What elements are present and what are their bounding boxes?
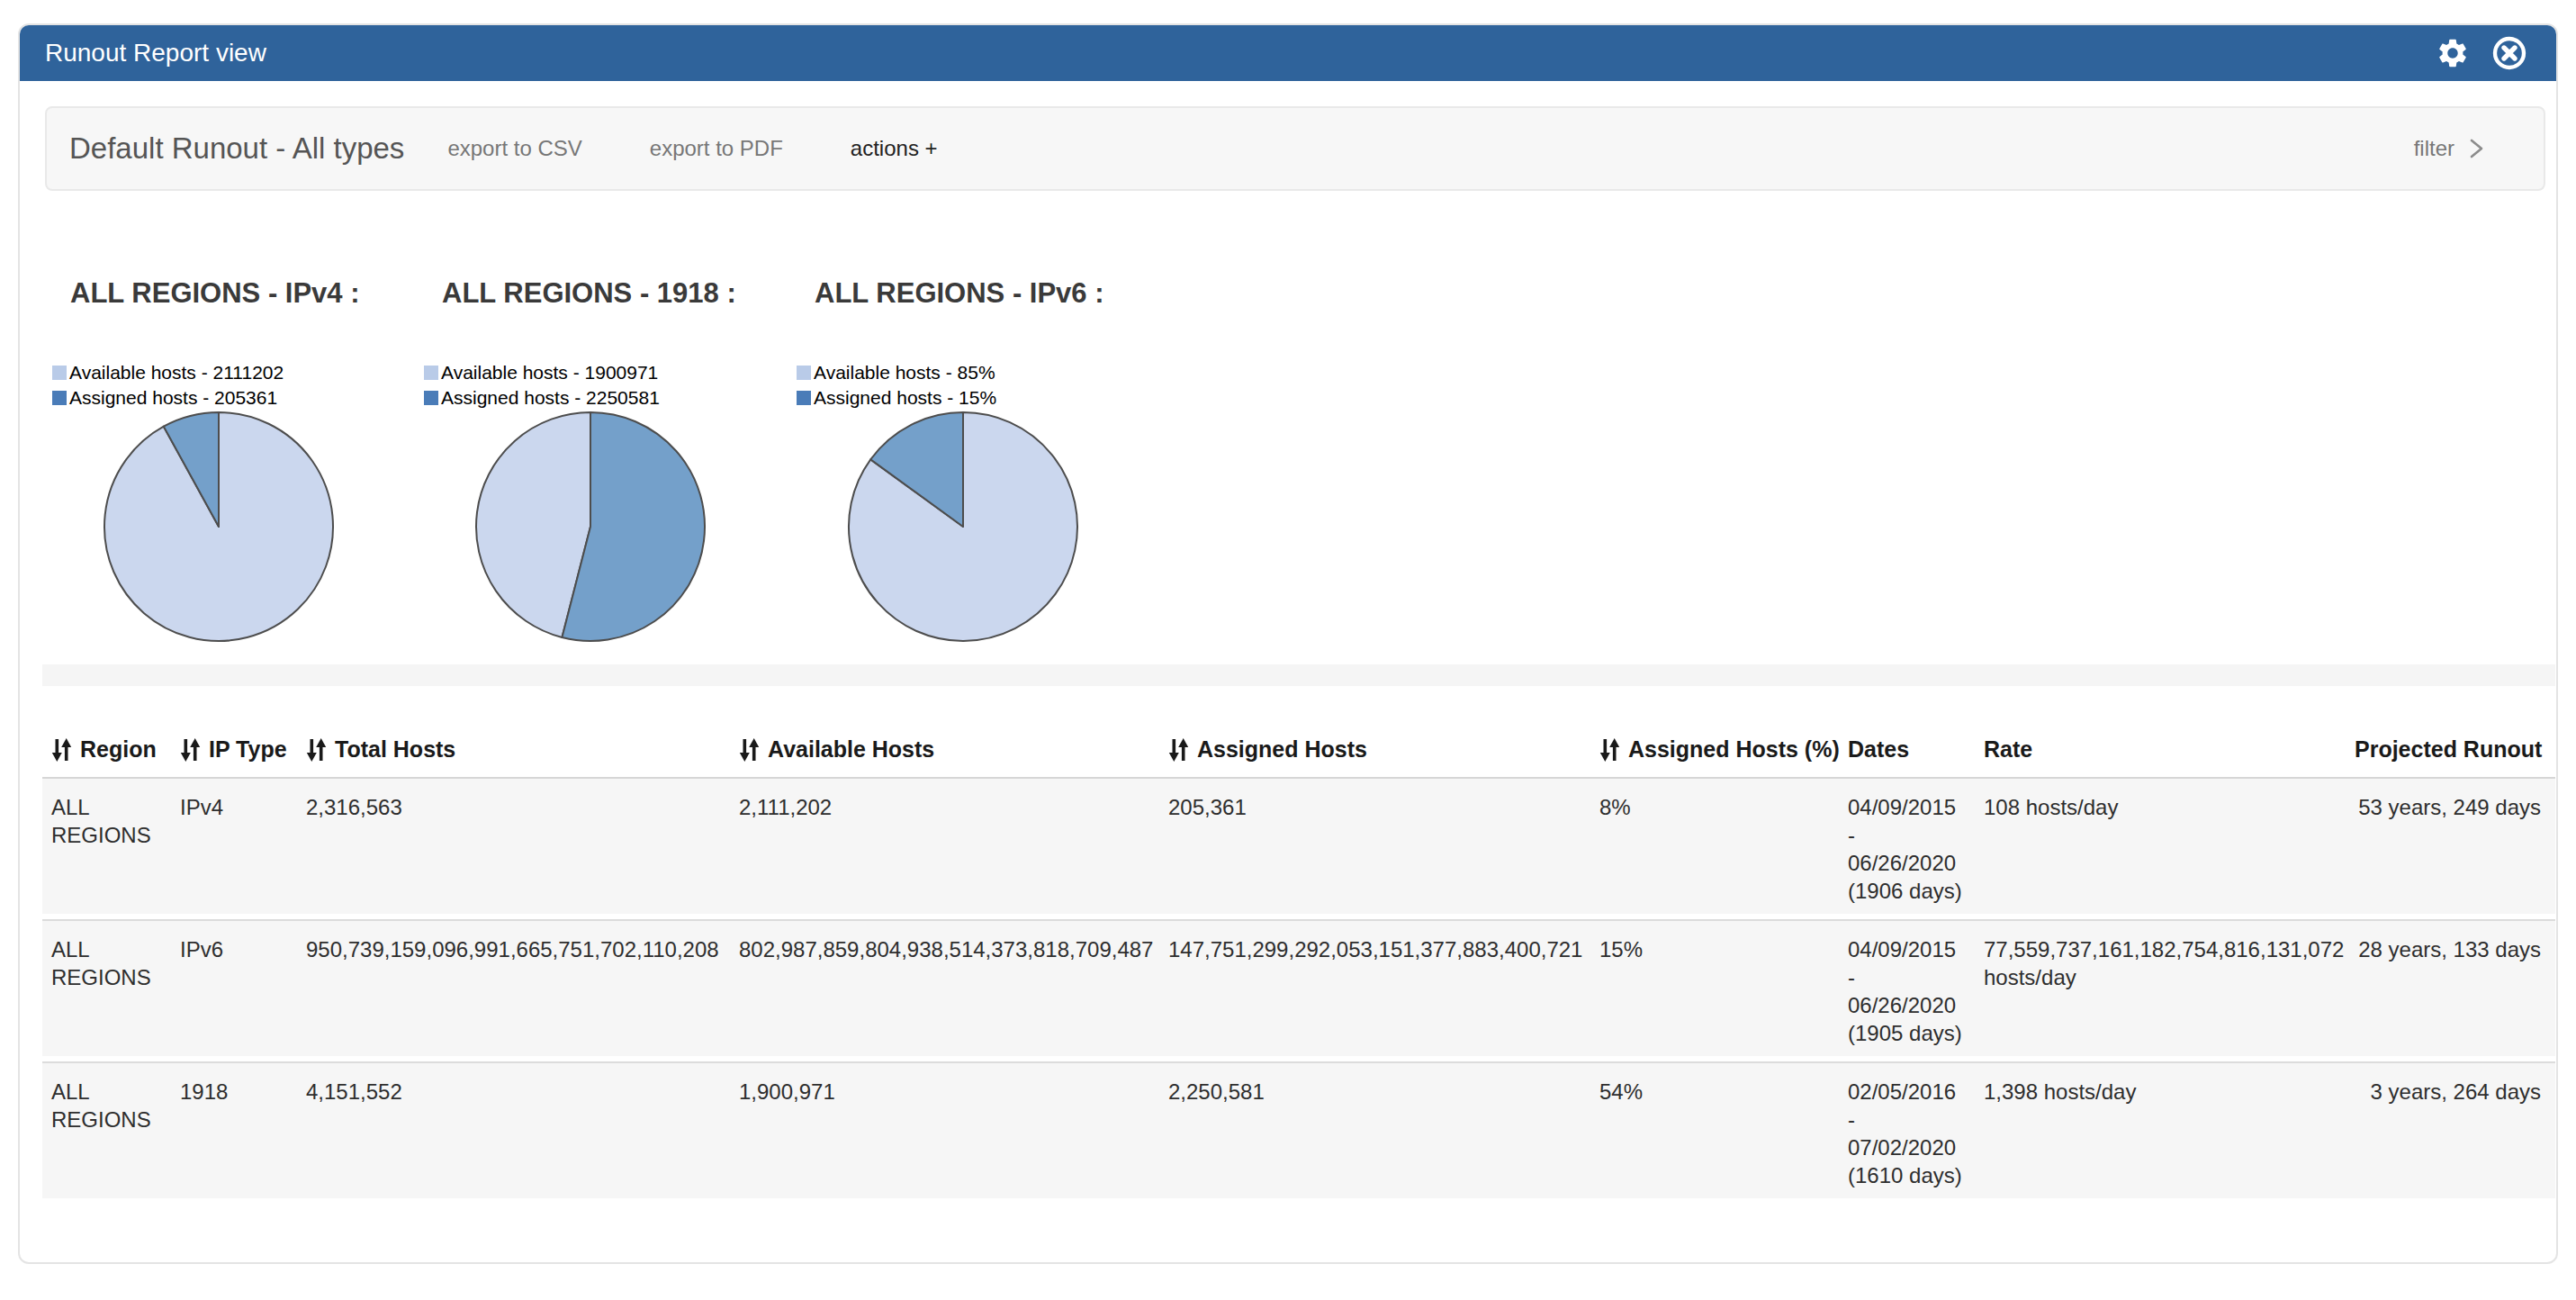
cell-region: ALL REGIONS [42,1078,171,1189]
sort-icon [1599,737,1620,763]
cell-dates: 04/09/2015 - 06/26/2020 (1905 days) [1839,935,1975,1047]
chart-legend: Available hosts - 85% Assigned hosts - 1… [797,360,996,411]
cell-region: ALL REGIONS [42,935,171,1047]
column-header-available-hosts[interactable]: Available Hosts [730,736,1159,763]
column-header-dates: Dates [1839,736,1975,763]
row-separator [42,1056,2555,1063]
filter-toggle[interactable]: filter [2414,136,2484,161]
cell-dates: 02/05/2016 - 07/02/2020 (1610 days) [1839,1078,1975,1189]
cell-assigned-hosts: 147,751,299,292,053,151,377,883,400,721 [1159,935,1590,1047]
legend-available-swatch [52,366,67,380]
legend-assigned-swatch [52,391,67,405]
sort-icon [739,737,760,763]
column-header-projected-runout: Projected Runout [2355,736,2555,763]
section-divider [42,664,2555,686]
legend-available-label: Available hosts - 1900971 [441,362,658,384]
export-csv-link[interactable]: export to CSV [447,136,581,161]
chart-title: ALL REGIONS - IPv4 : [70,277,360,310]
sort-icon [51,737,72,763]
cell-projected-runout: 28 years, 133 days [2355,935,2555,1047]
column-header-assigned-hosts[interactable]: Assigned Hosts [1159,736,1590,763]
settings-gear-icon[interactable] [2436,36,2470,70]
cell-assigned-pct: 54% [1590,1078,1839,1189]
pie-chart-ipv4 [102,410,336,644]
report-toolbar: Default Runout - All types export to CSV… [45,106,2545,191]
export-pdf-link[interactable]: export to PDF [650,136,783,161]
legend-available-swatch [797,366,811,380]
legend-assigned-swatch [797,391,811,405]
cell-total-hosts: 950,739,159,096,991,665,751,702,110,208 [297,935,730,1047]
cell-ip-type: 1918 [171,1078,297,1189]
cell-rate: 108 hosts/day [1975,793,2355,905]
column-header-total-hosts[interactable]: Total Hosts [297,736,730,763]
cell-available-hosts: 1,900,971 [730,1078,1159,1189]
runout-report-window: Runout Report view Default Runout - All … [18,23,2558,1264]
column-header-region[interactable]: Region [42,736,171,763]
cell-dates: 04/09/2015 - 06/26/2020 (1906 days) [1839,793,1975,905]
cell-assigned-pct: 8% [1590,793,1839,905]
row-separator [42,914,2555,921]
column-header-rate: Rate [1975,736,2355,763]
pie-charts-section: ALL REGIONS - IPv4 : Available hosts - 2… [20,191,2556,664]
sort-icon [180,737,201,763]
legend-available-label: Available hosts - 2111202 [69,362,284,384]
legend-assigned-label: Assigned hosts - 15% [814,387,996,409]
chart-legend: Available hosts - 1900971 Assigned hosts… [424,360,660,411]
table-header-row: Region IP Type Total Hosts Available Hos… [42,686,2555,779]
runout-table: Region IP Type Total Hosts Available Hos… [42,686,2555,1198]
pie-chart-ipv6 [846,410,1080,644]
chart-title: ALL REGIONS - IPv6 : [815,277,1104,310]
chart-title: ALL REGIONS - 1918 : [442,277,736,310]
cell-available-hosts: 802,987,859,804,938,514,373,818,709,487 [730,935,1159,1047]
cell-assigned-hosts: 2,250,581 [1159,1078,1590,1189]
legend-available-swatch [424,366,438,380]
cell-projected-runout: 53 years, 249 days [2355,793,2555,905]
cell-total-hosts: 4,151,552 [297,1078,730,1189]
legend-assigned-label: Assigned hosts - 205361 [69,387,277,409]
chevron-right-icon [2469,137,2484,160]
cell-ip-type: IPv4 [171,793,297,905]
sort-icon [1168,737,1189,763]
legend-assigned-label: Assigned hosts - 2250581 [441,387,660,409]
chart-legend: Available hosts - 2111202 Assigned hosts… [52,360,284,411]
cell-assigned-hosts: 205,361 [1159,793,1590,905]
cell-available-hosts: 2,111,202 [730,793,1159,905]
table-row-ipv6: ALL REGIONS IPv6 950,739,159,096,991,665… [42,921,2555,1056]
table-row-1918: ALL REGIONS 1918 4,151,552 1,900,971 2,2… [42,1063,2555,1198]
cell-rate: 77,559,737,161,182,754,816,131,072 hosts… [1975,935,2355,1047]
pie-chart-1918 [473,410,707,644]
actions-menu[interactable]: actions + [851,136,938,161]
titlebar: Runout Report view [20,25,2556,81]
close-icon[interactable] [2491,35,2527,71]
cell-total-hosts: 2,316,563 [297,793,730,905]
legend-available-label: Available hosts - 85% [814,362,995,384]
legend-assigned-swatch [424,391,438,405]
cell-projected-runout: 3 years, 264 days [2355,1078,2555,1189]
filter-label: filter [2414,136,2454,161]
column-header-assigned-hosts-pct[interactable]: Assigned Hosts (%) [1590,736,1839,763]
column-header-ip-type[interactable]: IP Type [171,736,297,763]
report-title: Default Runout - All types [69,131,404,166]
cell-region: ALL REGIONS [42,793,171,905]
table-row-ipv4: ALL REGIONS IPv4 2,316,563 2,111,202 205… [42,779,2555,914]
cell-assigned-pct: 15% [1590,935,1839,1047]
sort-icon [306,737,327,763]
cell-ip-type: IPv6 [171,935,297,1047]
window-title: Runout Report view [45,39,266,68]
cell-rate: 1,398 hosts/day [1975,1078,2355,1189]
